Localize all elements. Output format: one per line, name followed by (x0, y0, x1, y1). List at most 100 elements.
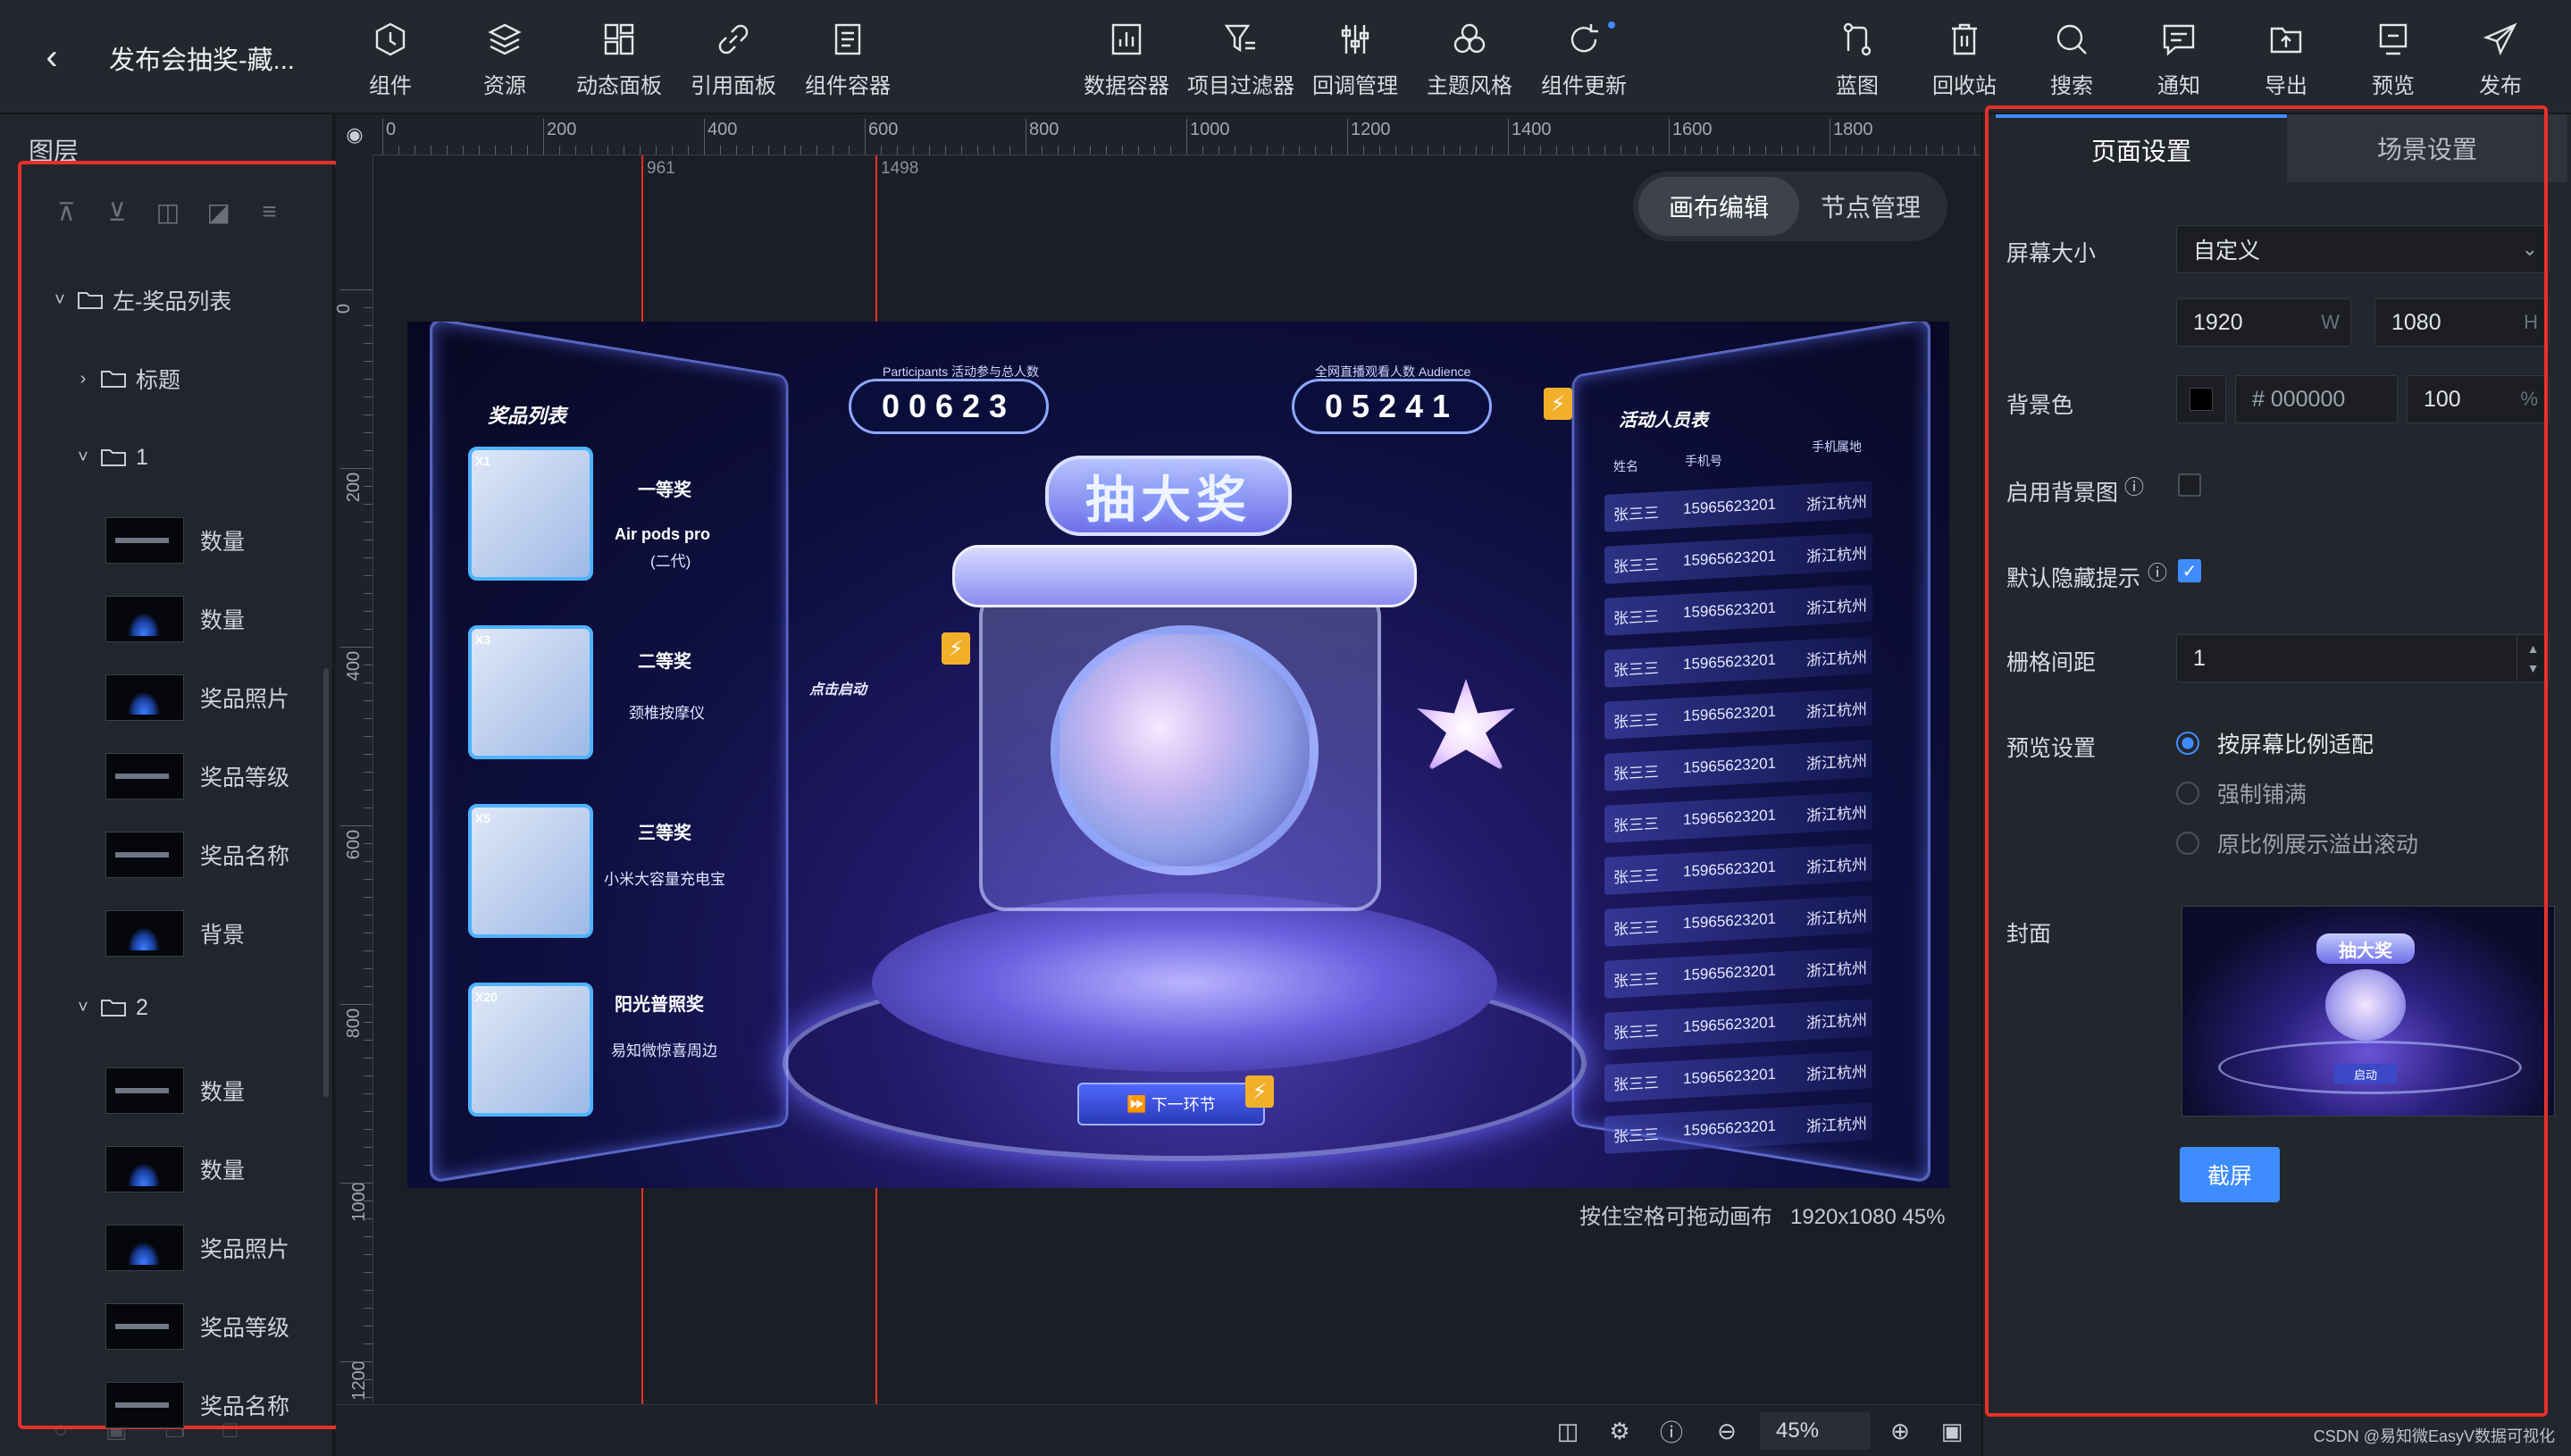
prize-name: 颈椎按摩仪 (629, 705, 705, 722)
ruler-tick-label: 200 (547, 120, 577, 139)
tool-theme[interactable]: 主题风格 (1411, 13, 1528, 102)
ruler-tick (1138, 146, 1139, 155)
ruler-tick (929, 146, 930, 155)
ruler-tick (1186, 119, 1187, 155)
tool-callback[interactable]: 回调管理 (1297, 13, 1413, 102)
ruler-tick (364, 879, 373, 880)
tool-search[interactable]: 搜索 (2014, 13, 2130, 102)
layer-item[interactable]: 奖品名称 (105, 1374, 289, 1436)
layer-item[interactable]: 奖品照片 (105, 1217, 289, 1279)
ruler-tick (1315, 146, 1316, 155)
layer-item[interactable]: 奖品等级 (105, 745, 289, 807)
layer-item[interactable]: 奖品名称 (105, 824, 289, 886)
tool-label: 组件 (369, 74, 412, 98)
design-canvas[interactable]: 奖品列表 X1 一等奖 Air pods pro (二代) X3 二等奖 颈椎按… (407, 322, 1949, 1188)
tool-resources[interactable]: 资源 (447, 13, 563, 102)
layer-item[interactable]: 背景 (105, 902, 245, 965)
ruler-tick (1363, 146, 1364, 155)
fit-screen-icon[interactable]: ▣ (1937, 1416, 1967, 1446)
ruler-tick (364, 807, 373, 808)
tool-data-container[interactable]: 数据容器 (1068, 13, 1185, 102)
eye-icon[interactable]: ◉ (336, 114, 373, 155)
tool-recycle-bin[interactable]: 回收站 (1906, 13, 2022, 102)
roster-phone: 15965623201 (1683, 909, 1777, 933)
layer-item[interactable]: 数量 (105, 1059, 245, 1122)
tab-node-manage[interactable]: 节点管理 (1799, 177, 1942, 236)
prize-level: 三等奖 (638, 824, 691, 843)
ruler-tick (993, 146, 994, 155)
top-toolbar: ‹ 发布会抽奖-藏... 组件 资源 动态面板 引用面板 组件容器 数据容器 项… (0, 0, 2571, 114)
tool-notification[interactable]: 通知 (2121, 13, 2237, 102)
layer-item[interactable]: 数量 (105, 509, 245, 572)
tool-publish[interactable]: 发布 (2442, 13, 2558, 102)
tool-dynamic-panel[interactable]: 动态面板 (561, 13, 677, 102)
tool-label: 通知 (2157, 74, 2200, 98)
layer-label: 奖品照片 (200, 1237, 290, 1262)
zoom-in-icon[interactable]: ⊕ (1885, 1416, 1915, 1446)
bolt-icon[interactable]: ⚡ (942, 632, 970, 665)
tool-project-filter[interactable]: 项目过滤器 (1183, 13, 1299, 102)
chevron-down-icon[interactable]: ˅ (71, 448, 95, 468)
prize-list-title: 奖品列表 (488, 405, 567, 427)
tool-label: 预览 (2372, 74, 2415, 98)
ruler-tick (1251, 146, 1252, 155)
ruler-tick-label: 1000 (1190, 120, 1230, 139)
bolt-icon[interactable]: ⚡ (1544, 388, 1572, 420)
back-icon[interactable]: ‹ (27, 32, 77, 82)
help-icon[interactable]: ⓘ (1656, 1416, 1687, 1446)
tool-component-update[interactable]: 组件更新 (1526, 13, 1642, 102)
bolt-icon[interactable]: ⚡ (1245, 1075, 1274, 1108)
project-title: 发布会抽奖-藏... (109, 46, 295, 75)
layer-thumbnail (105, 910, 184, 957)
ruler-tick (364, 1272, 373, 1273)
layer-item[interactable]: 数量 (105, 588, 245, 650)
canvas-area[interactable]: ◉ 0 200 400 600 800 1000 1200 1400 1600 1800 0 200… (336, 114, 1981, 1456)
layer-group[interactable]: ˅ 2 (71, 981, 148, 1034)
layer-item[interactable]: 奖品等级 (105, 1295, 289, 1358)
layers-icon (485, 20, 524, 59)
layer-item[interactable]: 奖品照片 (105, 666, 289, 729)
ruler-vertical[interactable]: 0 200 400 600 800 1000 1200 (336, 155, 373, 1456)
move-to-bottom-icon[interactable]: ⊻ (103, 197, 132, 227)
ruler-tick-label: 400 (708, 120, 738, 139)
ruler-horizontal[interactable]: 0 200 400 600 800 1000 1200 1400 1600 1800 (373, 114, 1981, 155)
group-icon[interactable]: ◫ (154, 197, 183, 227)
stage-base (872, 893, 1497, 1072)
tool-export[interactable]: 导出 (2228, 13, 2344, 102)
list-icon[interactable]: ≡ (255, 197, 284, 227)
chevron-down-icon[interactable]: ˅ (71, 998, 95, 1018)
ruler-tick (1556, 146, 1557, 155)
tool-blueprint[interactable]: 蓝图 (1799, 13, 1915, 102)
sidebar-toggle-icon[interactable]: ◫ (1553, 1416, 1583, 1446)
layer-group[interactable]: ˅ 1 (71, 431, 148, 484)
ruler-tick (511, 146, 512, 155)
roster-name: 张三三 (1613, 918, 1659, 938)
layer-group[interactable]: ˅ 左-奖品列表 (48, 273, 231, 327)
ruler-tick (1797, 146, 1798, 155)
ruler-tick (1492, 146, 1493, 155)
ruler-tick (479, 146, 480, 155)
layer-item[interactable]: 数量 (105, 1138, 245, 1201)
move-to-top-icon[interactable]: ⊼ (52, 197, 81, 227)
ruler-tick (1910, 146, 1911, 155)
tool-reference-panel[interactable]: 引用面板 (675, 13, 791, 102)
ruler-tick (364, 307, 373, 308)
ruler-tick (364, 557, 373, 558)
tool-components[interactable]: 组件 (332, 13, 448, 102)
prize-level: 阳光普照奖 (615, 995, 704, 1015)
tool-label: 回调管理 (1312, 74, 1398, 98)
tool-preview[interactable]: 预览 (2335, 13, 2451, 102)
chevron-down-icon[interactable]: ˅ (48, 290, 71, 311)
next-step-button[interactable]: ⏩ 下一环节 (1077, 1083, 1265, 1125)
layer-group[interactable]: › 标题 (71, 352, 180, 406)
ungroup-icon[interactable]: ◪ (204, 197, 233, 227)
tool-component-container[interactable]: 组件容器 (790, 13, 906, 102)
zoom-out-icon[interactable]: ⊖ (1712, 1416, 1742, 1446)
ruler-tick (364, 1040, 373, 1041)
ruler-tick-label: 1200 (1351, 120, 1391, 139)
chevron-right-icon[interactable]: › (71, 369, 95, 389)
settings-icon[interactable]: ⚙ (1604, 1416, 1635, 1446)
tab-canvas-edit[interactable]: 画布编辑 (1638, 177, 1799, 236)
ruler-tick (364, 486, 373, 487)
zoom-input[interactable]: 45% (1760, 1412, 1871, 1450)
